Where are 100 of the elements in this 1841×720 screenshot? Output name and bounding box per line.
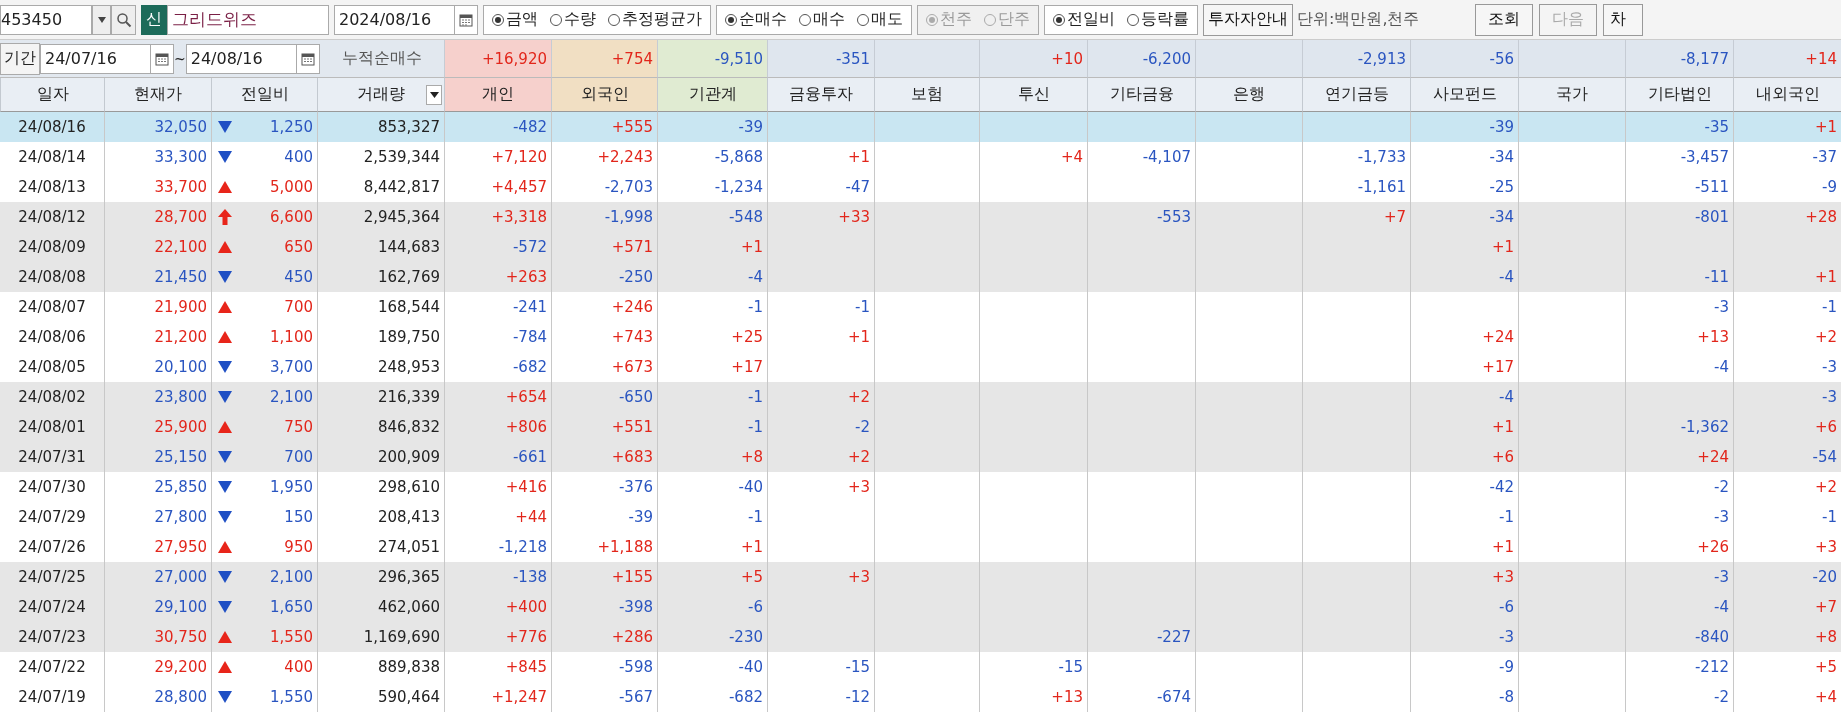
radio-button[interactable]: 매도: [857, 9, 903, 30]
column-header[interactable]: 은행: [1195, 78, 1302, 112]
date-field[interactable]: 2024/08/16: [334, 4, 454, 35]
radio-button[interactable]: 금액: [492, 9, 538, 30]
table-row[interactable]: 24/08/13 33,700 5,000 8,442,817 +4,457 -2,703 -1,234 -47 -1,161 -25 -511 -9: [0, 172, 1841, 202]
dropdown-button[interactable]: [92, 4, 111, 35]
column-header[interactable]: 내외국인: [1733, 78, 1841, 112]
end-date-field[interactable]: 24/08/16: [185, 43, 296, 74]
change-value: 2,100: [270, 388, 313, 406]
radio-button[interactable]: 등락률: [1127, 9, 1189, 30]
column-header[interactable]: 보험: [874, 78, 979, 112]
total-cell: +14: [1733, 40, 1841, 78]
volume-cell: 200,909: [317, 442, 444, 472]
change-value: 1,250: [270, 118, 313, 136]
calendar-button[interactable]: [295, 43, 320, 74]
volume-cell: 846,832: [317, 412, 444, 442]
table-row[interactable]: 24/07/30 25,850 1,950 298,610 +416 -376 -40 +3 -42 -2 +2: [0, 472, 1841, 502]
net-buy-cell: +263: [444, 262, 551, 292]
table-row[interactable]: 24/07/25 27,000 2,100 296,365 -138 +155 +5 +3 +3 -3 -20: [0, 562, 1841, 592]
radio-button[interactable]: 전일비: [1053, 9, 1115, 30]
column-header[interactable]: 금융투자: [767, 78, 874, 112]
net-buy-cell: +806: [444, 412, 551, 442]
net-buy-cell: +8: [1733, 622, 1841, 652]
table-row[interactable]: 24/08/14 33,300 400 2,539,344 +7,120 +2,243 -5,868 +1 +4 -4,107 -1,733 -34 -3,457 -37: [0, 142, 1841, 172]
column-header[interactable]: 국가: [1518, 78, 1625, 112]
toolbar-button[interactable]: 차: [1603, 3, 1643, 36]
table-row[interactable]: 24/08/06 21,200 1,100 189,750 -784 +743 +25 +1 +24 +13 +2: [0, 322, 1841, 352]
table-row[interactable]: 24/08/05 20,100 3,700 248,953 -682 +673 +17 +17 -4 -3: [0, 352, 1841, 382]
change-value: 700: [284, 298, 313, 316]
table-row[interactable]: 24/08/09 22,100 650 144,683 -572 +571 +1 +1: [0, 232, 1841, 262]
toolbar-button[interactable]: 조회: [1475, 3, 1533, 36]
volume-cell: 2,945,364: [317, 202, 444, 232]
search-icon: [115, 11, 132, 28]
down-triangle-icon: [218, 121, 232, 133]
volume-cell: 162,769: [317, 262, 444, 292]
table-row[interactable]: 24/07/26 27,950 950 274,051 -1,218 +1,188 +1 +1 +26 +3: [0, 532, 1841, 562]
change-value: 6,600: [270, 208, 313, 226]
table-row[interactable]: 24/07/23 30,750 1,550 1,169,690 +776 +286 -230 -227 -3 -840 +8: [0, 622, 1841, 652]
table-row[interactable]: 24/07/19 28,800 1,550 590,464 +1,247 -567 -682 -12 +13 -674 -8 -2 +4: [0, 682, 1841, 712]
change-value: 450: [284, 268, 313, 286]
column-header[interactable]: 외국인: [551, 78, 657, 112]
net-buy-cell: +7: [1733, 592, 1841, 622]
net-buy-cell: -35: [1625, 112, 1733, 142]
price-cell: 27,000: [104, 562, 211, 592]
column-header[interactable]: 사모펀드: [1410, 78, 1518, 112]
search-button[interactable]: [111, 4, 136, 35]
column-header[interactable]: 전일비: [211, 78, 317, 112]
net-buy-cell: +683: [551, 442, 657, 472]
start-date-field[interactable]: 24/07/16: [40, 43, 150, 74]
column-header[interactable]: 투신: [979, 78, 1087, 112]
table-row[interactable]: 24/07/29 27,800 150 208,413 +44 -39 -1 -1 -3 -1: [0, 502, 1841, 532]
price-cell: 25,150: [104, 442, 211, 472]
change-value: 5,000: [270, 178, 313, 196]
table-row[interactable]: 24/08/07 21,900 700 168,544 -241 +246 -1 -1 -3 -1: [0, 292, 1841, 322]
table-row[interactable]: 24/08/16 32,050 1,250 853,327 -482 +555 -39 -39 -35 +1: [0, 112, 1841, 142]
net-buy-cell: -4: [1625, 592, 1733, 622]
date-cell: 24/08/08: [0, 262, 104, 292]
column-header[interactable]: 일자: [0, 78, 104, 112]
price-cell: 22,100: [104, 232, 211, 262]
net-buy-cell: +6: [1410, 442, 1518, 472]
investor-guide-button[interactable]: 투자자안내: [1203, 3, 1293, 36]
net-buy-cell: -4: [1410, 262, 1518, 292]
total-cell: +754: [551, 40, 657, 78]
column-header[interactable]: 기타금융: [1087, 78, 1195, 112]
change-value: 2,100: [270, 568, 313, 586]
period-label: 기간: [0, 42, 40, 75]
dropdown-button[interactable]: [426, 85, 442, 105]
net-buy-cell: +286: [551, 622, 657, 652]
table-row[interactable]: 24/08/01 25,900 750 846,832 +806 +551 -1 -2 +1 -1,362 +6: [0, 412, 1841, 442]
unit-label: 단위:백만원,천주: [1297, 9, 1421, 30]
column-header[interactable]: 연기금등: [1302, 78, 1410, 112]
stock-name-field[interactable]: 그리드위즈: [167, 4, 329, 35]
net-buy-cell: -34: [1410, 202, 1518, 232]
table-row[interactable]: 24/07/22 29,200 400 889,838 +845 -598 -40 -15 -15 -9 -212 +5: [0, 652, 1841, 682]
table-row[interactable]: 24/07/24 29,100 1,650 462,060 +400 -398 -6 -6 -4 +7: [0, 592, 1841, 622]
change-value: 1,100: [270, 328, 313, 346]
code-field[interactable]: 453450: [0, 4, 92, 35]
column-header[interactable]: 현재가: [104, 78, 211, 112]
calendar-button[interactable]: [150, 43, 174, 74]
table-row[interactable]: 24/08/02 23,800 2,100 216,339 +654 -650 -1 +2 -4 -3: [0, 382, 1841, 412]
calendar-button[interactable]: [454, 4, 478, 35]
table-row[interactable]: 24/07/31 25,150 700 200,909 -661 +683 +8 +2 +6 +24 -54: [0, 442, 1841, 472]
radio-button[interactable]: 수량: [550, 9, 596, 30]
down-triangle-icon: [218, 361, 232, 373]
radio-button[interactable]: 순매수: [725, 9, 787, 30]
net-buy-cell: +654: [444, 382, 551, 412]
net-buy-cell: -39: [1410, 112, 1518, 142]
price-cell: 32,050: [104, 112, 211, 142]
down-triangle-icon: [218, 571, 232, 583]
table-row[interactable]: 24/08/12 28,700 6,600 2,945,364 +3,318 -1,998 -548 +33 -553 +7 -34 -801 +28: [0, 202, 1841, 232]
table-row[interactable]: 24/08/08 21,450 450 162,769 +263 -250 -4 -4 -11 +1: [0, 262, 1841, 292]
radio-button[interactable]: 추정평균가: [608, 9, 702, 30]
column-header[interactable]: 기관계: [657, 78, 767, 112]
volume-cell: 296,365: [317, 562, 444, 592]
column-header[interactable]: 개인: [444, 78, 551, 112]
column-header[interactable]: 기타법인: [1625, 78, 1733, 112]
column-header[interactable]: 거래량: [317, 78, 444, 112]
radio-button[interactable]: 매수: [799, 9, 845, 30]
net-buy-cell: +7: [1302, 202, 1410, 232]
up-triangle-icon: [218, 421, 232, 433]
